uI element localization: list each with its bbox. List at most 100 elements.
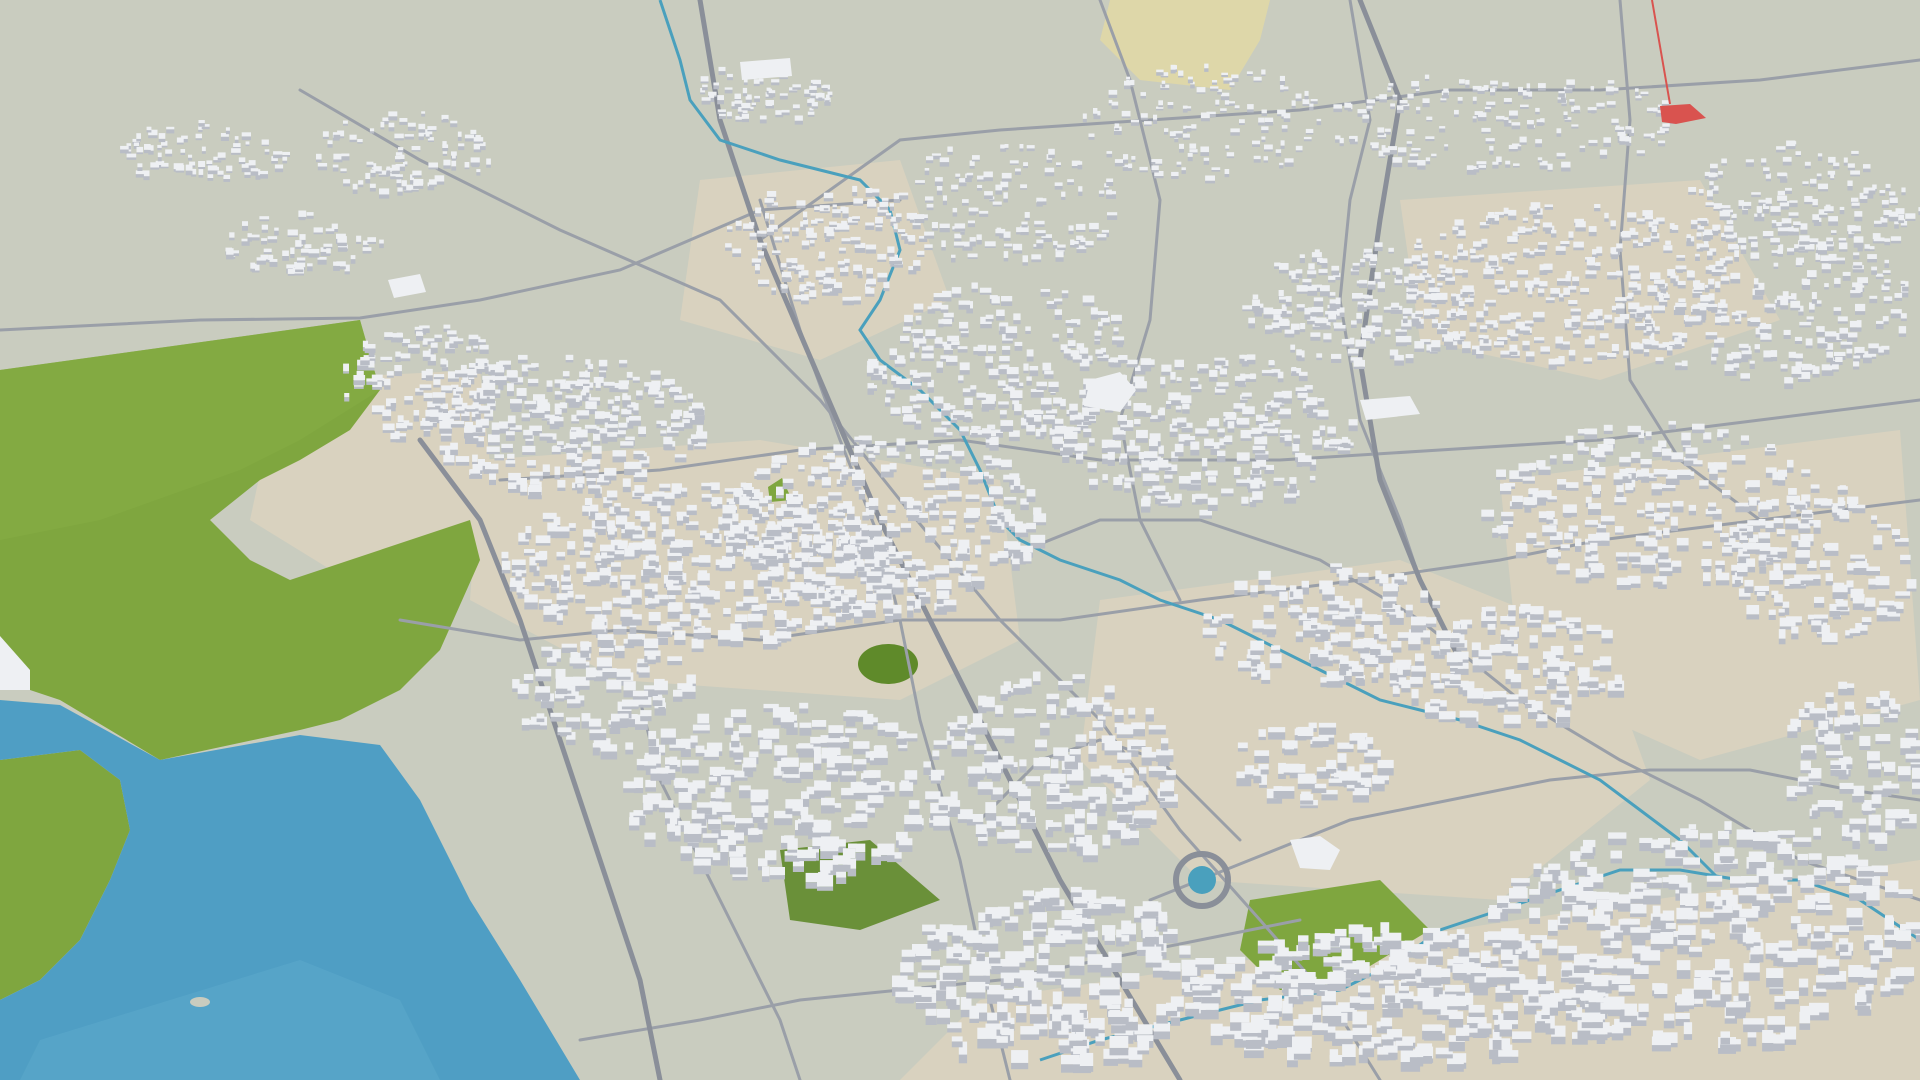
building-roof: [443, 324, 451, 329]
building-wall: [443, 165, 451, 169]
building-roof: [947, 491, 962, 497]
building-wall: [745, 99, 752, 102]
building-roof: [724, 488, 735, 492]
building-wall: [585, 377, 590, 380]
building-roof: [604, 467, 617, 476]
building-wall: [1881, 290, 1890, 292]
building-roof: [1395, 269, 1403, 275]
building-wall: [1644, 219, 1653, 222]
building-roof: [887, 246, 895, 253]
building-wall: [1025, 330, 1031, 334]
building-wall: [416, 335, 424, 341]
building-roof: [1647, 285, 1658, 292]
building-roof: [899, 378, 911, 384]
building-wall: [717, 111, 726, 114]
building-roof: [777, 631, 792, 639]
building-wall: [667, 555, 682, 561]
building-wall: [1607, 275, 1618, 280]
building-roof: [1696, 232, 1702, 237]
building-wall: [757, 247, 763, 250]
building-wall: [1787, 251, 1795, 256]
building-roof: [1168, 392, 1181, 401]
building-roof: [352, 183, 358, 190]
building-roof: [925, 329, 936, 336]
building-roof: [1141, 498, 1151, 507]
building-wall: [725, 247, 732, 251]
building-roof: [784, 235, 789, 239]
building-wall: [933, 432, 947, 437]
building-wall: [1023, 370, 1029, 374]
building-roof: [1759, 324, 1772, 330]
building-wall: [977, 351, 987, 356]
building-wall: [650, 374, 661, 380]
building-roof: [732, 248, 742, 254]
building-roof: [854, 609, 863, 617]
building-roof: [1353, 359, 1365, 367]
building-roof: [1497, 289, 1510, 293]
building-wall: [786, 262, 792, 267]
building-wall: [1615, 300, 1627, 303]
building-wall: [823, 208, 829, 211]
building-wall: [832, 213, 841, 218]
building-wall: [461, 416, 470, 422]
building-wall: [1016, 386, 1024, 389]
city-3d-map[interactable]: [0, 0, 1920, 1080]
building-roof: [1094, 330, 1102, 336]
building-wall: [1236, 482, 1250, 487]
building-roof: [1416, 238, 1422, 243]
building-roof: [304, 244, 312, 249]
building-wall: [701, 486, 712, 491]
building-roof: [1239, 354, 1245, 359]
building-wall: [1223, 442, 1233, 445]
building-roof: [1676, 255, 1686, 258]
building-roof: [781, 519, 795, 527]
building-wall: [542, 471, 550, 477]
building-roof: [1292, 443, 1300, 452]
building-wall: [796, 205, 806, 209]
building-wall: [582, 466, 592, 471]
building-roof: [477, 362, 485, 369]
building-roof: [759, 603, 767, 610]
building-wall: [1223, 365, 1229, 369]
building-roof: [327, 140, 333, 145]
building-wall: [887, 252, 895, 257]
building-roof: [674, 630, 686, 640]
building-wall: [1029, 370, 1039, 377]
building-wall: [470, 162, 480, 167]
building-roof: [971, 425, 978, 433]
building-wall: [1406, 299, 1417, 304]
building-roof: [1309, 475, 1316, 481]
building-wall: [422, 356, 431, 361]
building-wall: [1351, 324, 1357, 328]
building-roof: [473, 137, 484, 142]
building-wall: [462, 382, 469, 386]
building-roof: [774, 610, 787, 620]
building-roof: [1268, 360, 1275, 366]
building-wall: [1014, 346, 1023, 351]
building-roof: [749, 232, 757, 237]
building-roof: [763, 635, 778, 644]
building-roof: [1279, 320, 1290, 326]
building-roof: [1026, 489, 1036, 497]
building-roof: [1675, 265, 1687, 270]
building-roof: [908, 237, 916, 242]
building-wall: [1003, 500, 1017, 505]
building-roof: [1008, 542, 1021, 550]
building-roof: [295, 265, 304, 270]
building-wall: [322, 136, 329, 139]
building-roof: [1284, 493, 1297, 498]
building-roof: [386, 166, 391, 171]
building-wall: [765, 559, 779, 567]
building-roof: [1728, 243, 1739, 250]
building-wall: [1457, 255, 1468, 261]
building-wall: [430, 347, 438, 354]
building-roof: [865, 288, 875, 294]
building-wall: [1708, 307, 1718, 312]
building-roof: [753, 79, 760, 84]
building-wall: [981, 501, 994, 507]
building-wall: [1568, 355, 1576, 362]
building-roof: [1384, 269, 1391, 273]
map-viewport[interactable]: [0, 0, 1920, 1080]
building-wall: [349, 139, 357, 143]
building-wall: [661, 524, 669, 530]
